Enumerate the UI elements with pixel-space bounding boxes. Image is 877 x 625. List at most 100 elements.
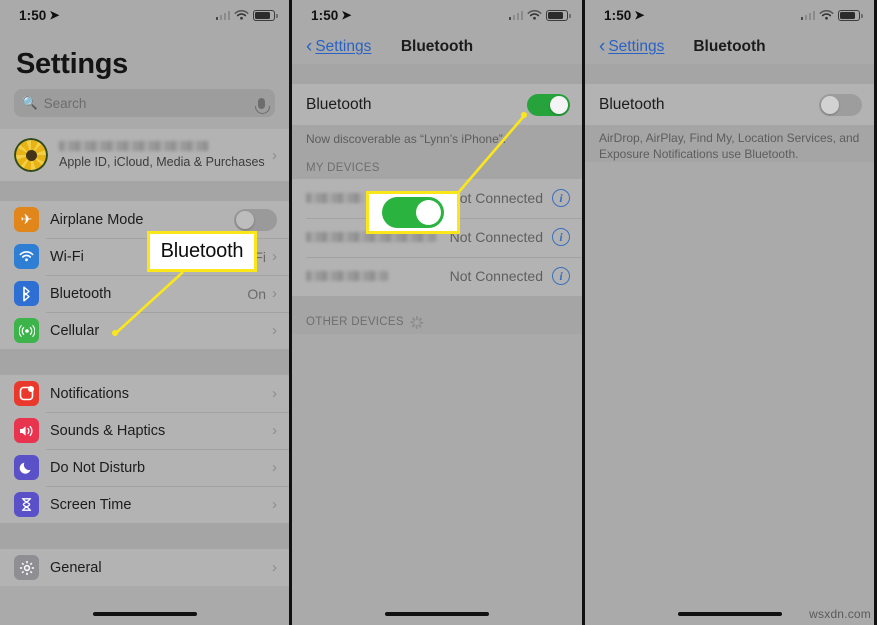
location-arrow-icon: ➤ [341, 8, 352, 22]
device-name-redacted [306, 232, 436, 243]
list-gap [0, 523, 289, 549]
sidebar-item-screen-time[interactable]: Screen Time › [0, 486, 289, 523]
nav-bar: ‹ Settings Bluetooth [292, 30, 582, 64]
sidebar-item-apple-id[interactable]: Apple ID, iCloud, Media & Purchases › [0, 129, 289, 181]
list-gap [0, 349, 289, 375]
my-devices-label: MY DEVICES [306, 161, 380, 174]
chevron-right-icon: › [272, 459, 277, 476]
info-circle-icon[interactable]: i [552, 228, 570, 247]
chevron-left-icon: ‹ [599, 35, 606, 57]
sidebar-item-sounds-haptics[interactable]: Sounds & Haptics › [0, 412, 289, 449]
other-devices-header: OTHER DEVICES [292, 295, 582, 334]
wifi-value: McWiFi [219, 248, 266, 265]
search-container: 🔍 Search [0, 89, 289, 129]
info-circle-icon[interactable]: i [552, 267, 570, 286]
avatar [14, 138, 48, 172]
sidebar-item-cellular[interactable]: Cellular › [0, 312, 289, 349]
chevron-right-icon: › [272, 146, 277, 164]
location-arrow-icon: ➤ [49, 8, 60, 22]
other-devices-label: OTHER DEVICES [306, 316, 404, 329]
watermark: wsxdn.com [809, 607, 871, 621]
notifications-group: Notifications › Sounds & Haptics › Do No… [0, 375, 289, 523]
back-button-label: Settings [315, 38, 372, 55]
home-indicator [677, 612, 782, 616]
back-button[interactable]: ‹ Settings [599, 35, 665, 57]
chevron-right-icon: › [272, 248, 277, 265]
device-status: Not Connected [449, 190, 543, 207]
sidebar-item-label: Notifications [50, 385, 129, 402]
bluetooth-row-label: Bluetooth [599, 95, 665, 113]
status-bar-time-group: 1:50 ➤ [19, 8, 60, 23]
sidebar-item-general[interactable]: General › [0, 549, 289, 586]
status-bar-indicators [215, 9, 278, 21]
notifications-icon [14, 381, 39, 406]
sidebar-item-label: Screen Time [50, 496, 132, 513]
page-title: Settings [16, 48, 128, 80]
bluetooth-usage-note: AirDrop, AirPlay, Find My, Location Serv… [585, 125, 874, 163]
cellular-bars-icon [215, 10, 230, 20]
status-time: 1:50 [19, 7, 47, 23]
list-gap [0, 181, 289, 201]
bluetooth-toggle[interactable] [527, 93, 570, 116]
status-bar: 1:50 ➤ [0, 0, 289, 30]
bluetooth-toggle-row[interactable]: Bluetooth [292, 84, 582, 125]
bluetooth-toggle-row[interactable]: Bluetooth [585, 84, 874, 125]
status-bar-indicators [800, 9, 863, 21]
bluetooth-toggle[interactable] [819, 93, 862, 116]
home-indicator [92, 612, 197, 616]
battery-icon [546, 9, 571, 21]
device-row[interactable]: Not Connected i [292, 256, 582, 296]
account-subtitle: Apple ID, iCloud, Media & Purchases [59, 155, 265, 169]
device-row[interactable]: Not Connected i [292, 178, 582, 218]
airplane-icon: ✈ [14, 207, 39, 232]
my-devices-header: MY DEVICES [292, 147, 582, 179]
chevron-right-icon: › [272, 496, 277, 513]
chevron-left-icon: ‹ [306, 35, 313, 57]
nav-bar: ‹ Settings Bluetooth [585, 30, 874, 64]
device-row[interactable]: Not Connected i [292, 217, 582, 257]
battery-icon [253, 9, 278, 21]
sidebar-item-airplane-mode[interactable]: ✈ Airplane Mode [0, 201, 289, 238]
back-button-label: Settings [608, 38, 665, 55]
search-input[interactable]: 🔍 Search [14, 89, 275, 117]
status-bar-time-group: 1:50 ➤ [311, 8, 352, 23]
moon-icon [14, 455, 39, 480]
sidebar-item-label: Airplane Mode [50, 211, 144, 228]
sidebar-item-notifications[interactable]: Notifications › [0, 375, 289, 412]
gear-icon [14, 555, 39, 580]
account-text: Apple ID, iCloud, Media & Purchases [59, 141, 272, 169]
status-time: 1:50 [311, 7, 339, 23]
chevron-right-icon: › [272, 422, 277, 439]
wifi-icon [234, 9, 249, 20]
chevron-right-icon: › [272, 322, 277, 339]
connectivity-group: ✈ Airplane Mode Wi-Fi McWiFi › Bluetooth… [0, 201, 289, 349]
nav-gap [585, 64, 874, 84]
chevron-right-icon: › [272, 559, 277, 576]
chevron-right-icon: › [272, 385, 277, 402]
bluetooth-row-label: Bluetooth [306, 95, 372, 113]
sidebar-item-do-not-disturb[interactable]: Do Not Disturb › [0, 449, 289, 486]
sidebar-item-wifi[interactable]: Wi-Fi McWiFi › [0, 238, 289, 275]
status-bar-indicators [508, 9, 571, 21]
device-name-redacted [306, 193, 364, 204]
chevron-right-icon: › [272, 285, 277, 302]
microphone-icon[interactable] [255, 97, 270, 114]
sidebar-item-label: Bluetooth [50, 285, 112, 302]
account-name-redacted [59, 141, 209, 151]
info-circle-icon[interactable]: i [552, 189, 570, 208]
status-bar-time-group: 1:50 ➤ [604, 8, 645, 23]
airplane-mode-toggle[interactable] [234, 208, 277, 231]
panel-bluetooth-off: 1:50 ➤ ‹ Settings Bluetooth Bluetooth Ai… [585, 0, 877, 625]
discoverable-note: Now discoverable as “Lynn’s iPhone”. [292, 125, 582, 148]
back-button[interactable]: ‹ Settings [306, 35, 372, 57]
status-time: 1:50 [604, 7, 632, 23]
search-icon: 🔍 [22, 95, 38, 110]
wifi-icon [819, 9, 834, 20]
general-group: General › [0, 549, 289, 586]
account-group: Apple ID, iCloud, Media & Purchases › [0, 129, 289, 181]
status-bar: 1:50 ➤ [585, 0, 874, 30]
device-status: Not Connected [449, 229, 543, 246]
my-devices-list: Not Connected i Not Connected i Not Conn… [292, 178, 582, 296]
sidebar-item-bluetooth[interactable]: Bluetooth On › [0, 275, 289, 312]
sounds-icon [14, 418, 39, 443]
